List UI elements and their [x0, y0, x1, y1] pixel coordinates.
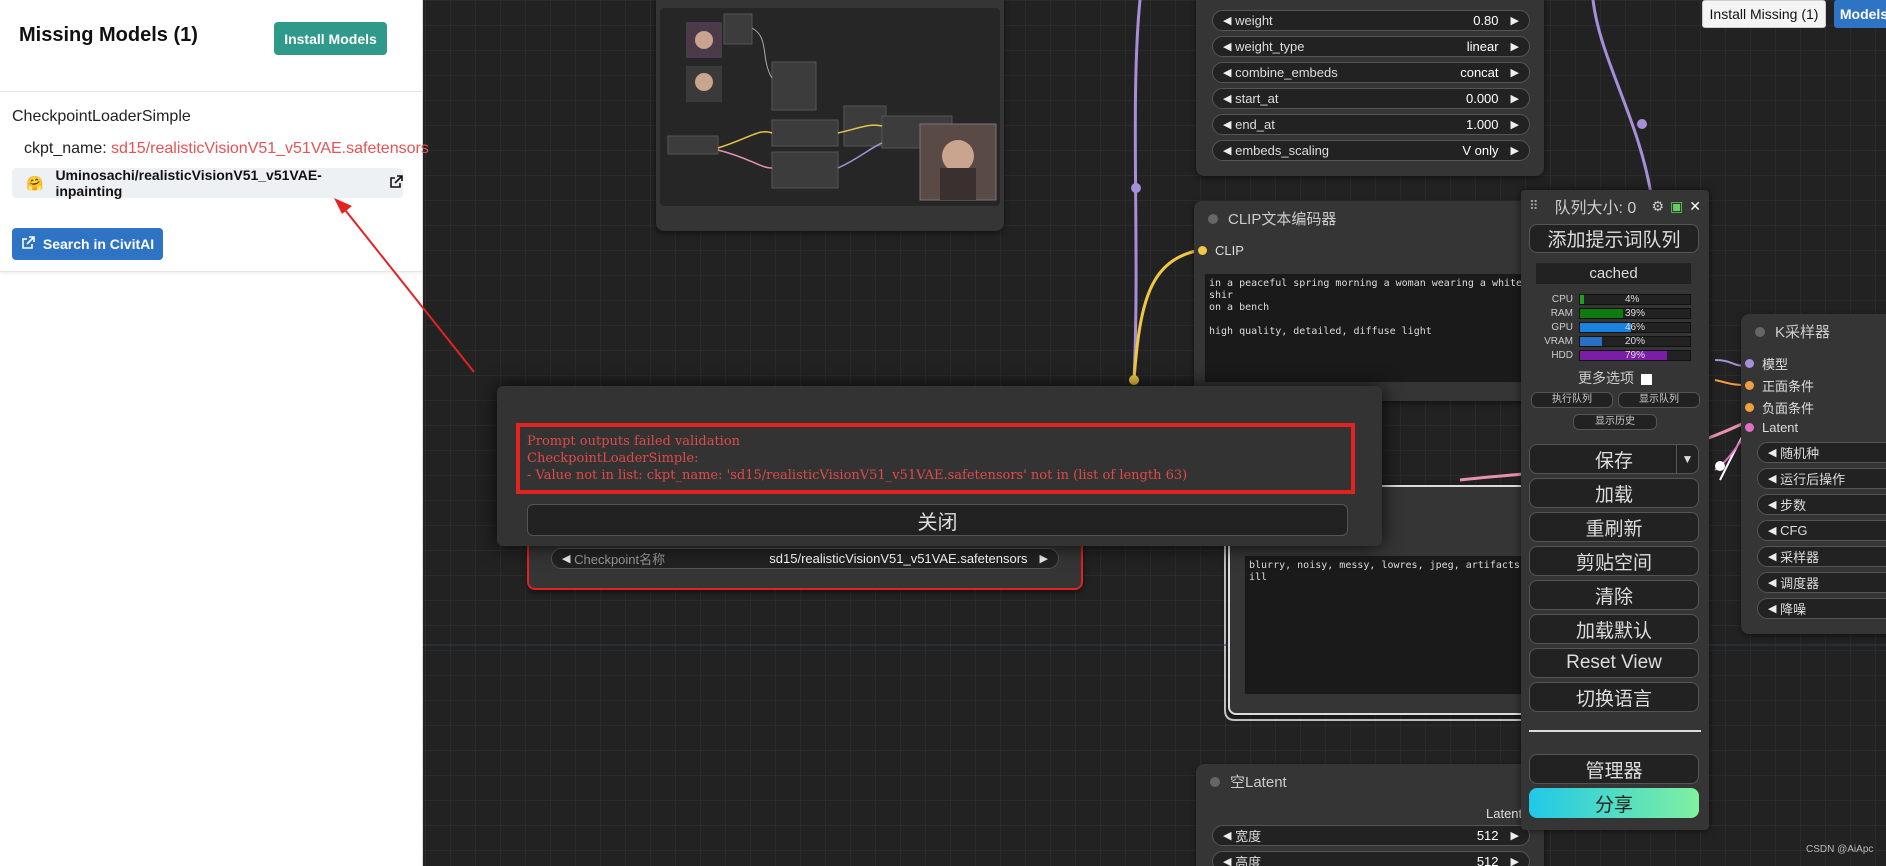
queue-panel: ⠿ 队列大小: 0 ⚙ ▣ ✕ 添加提示词队列 cached CPU 4% RAM…	[1521, 190, 1709, 830]
widget-embeds-scaling[interactable]: ◀ embeds_scaling V only ▶	[1212, 140, 1530, 161]
widget-end-at[interactable]: ◀ end_at 1.000 ▶	[1212, 114, 1530, 135]
share-button[interactable]: 分享	[1529, 788, 1699, 818]
input-negative[interactable]: 负面条件	[1745, 398, 1814, 417]
clipspace-button[interactable]: 剪贴空间	[1529, 546, 1699, 576]
show-queue-button[interactable]: 显示队列	[1618, 392, 1700, 408]
hugging-face-icon: 🤗	[26, 174, 44, 191]
widget-weight[interactable]: ◀ weight 0.80 ▶	[1212, 10, 1530, 31]
switch-language-button[interactable]: 切换语言	[1529, 682, 1699, 712]
add-queue-button[interactable]: 添加提示词队列	[1529, 224, 1699, 253]
clip-vision-node[interactable]: clip_vision ◀ weight0.80▶ ◀ weight_typel…	[1196, 0, 1544, 176]
widget-control-after[interactable]: ◀ 运行后操作	[1757, 468, 1886, 489]
meter-gpu: GPU 46%	[1536, 321, 1691, 334]
more-options-checkbox[interactable]	[1640, 373, 1652, 385]
load-button[interactable]: 加载	[1529, 478, 1699, 508]
widget-seed[interactable]: ◀ 随机种	[1757, 442, 1886, 463]
widget-checkpoint-name[interactable]: ◀ Checkpoint名称 sd15/realisticVisionV51_v5…	[551, 548, 1059, 569]
workflow-preview	[660, 8, 1000, 206]
reset-view-button[interactable]: Reset View	[1529, 648, 1699, 678]
widget-weight-type[interactable]: ◀ weight_type linear ▶	[1212, 36, 1530, 57]
widget-scheduler[interactable]: ◀ 调度器	[1757, 572, 1886, 593]
search-civitai-button[interactable]: Search in CivitAI	[12, 228, 163, 260]
load-default-button[interactable]: 加载默认	[1529, 614, 1699, 644]
manager-button[interactable]: 管理器	[1529, 754, 1699, 784]
save-button[interactable]: 保存 ▼	[1529, 444, 1699, 474]
image-preview-node[interactable]	[656, 0, 1004, 231]
workflow-thumbnail	[667, 13, 997, 201]
install-models-button[interactable]: Install Models	[274, 22, 387, 55]
exec-queue-button[interactable]: 执行队列	[1531, 392, 1613, 408]
panel-title: Missing Models (1)	[19, 24, 198, 46]
meter-ram: RAM 39%	[1536, 307, 1691, 320]
negative-prompt-textarea[interactable]: blurry, noisy, messy, lowres, jpeg, arti…	[1244, 555, 1536, 695]
widget-width[interactable]: ◀ 宽度 512 ▶	[1212, 825, 1530, 846]
external-link-icon	[21, 235, 35, 253]
output-latent[interactable]: Latent	[1486, 806, 1522, 821]
external-link-icon	[389, 174, 403, 192]
meter-cpu: CPU 4%	[1536, 293, 1691, 306]
input-model[interactable]: 模型	[1745, 354, 1788, 373]
node-title: K采样器	[1775, 324, 1831, 341]
suggested-model-name: Uminosachi/realisticVisionV51_v51VAE-inp…	[55, 167, 322, 199]
models-button[interactable]: Models	[1834, 0, 1886, 28]
widget-denoise[interactable]: ◀ 降噪	[1757, 598, 1886, 619]
queue-status: cached	[1536, 263, 1691, 284]
queue-header: ⠿ 队列大小: 0 ⚙ ▣ ✕	[1529, 196, 1701, 218]
prompt-textarea[interactable]: in a peaceful spring morning a woman wea…	[1204, 273, 1534, 383]
more-options-row[interactable]: 更多选项	[1521, 368, 1709, 388]
error-highlight-box: Prompt outputs failed validation Checkpo…	[516, 423, 1355, 494]
ksampler-node[interactable]: K采样器 模型 正面条件 负面条件 Latent ◀ 随机种 ◀ 运行后操作 ◀…	[1741, 314, 1886, 634]
image-icon[interactable]: ▣	[1670, 198, 1683, 215]
widget-sampler[interactable]: ◀ 采样器	[1757, 546, 1886, 567]
clip-text-encoder-node[interactable]: CLIP文本编码器 CLIP in a peaceful spring morn…	[1194, 201, 1534, 401]
ckpt-name-label: ckpt_name:	[24, 140, 107, 157]
meter-hdd: HDD 79%	[1536, 349, 1691, 362]
node-title: CLIP文本编码器	[1228, 211, 1337, 228]
empty-latent-node[interactable]: 空Latent Latent ◀ 宽度 512 ▶ ◀ 高度 512 ▶	[1196, 764, 1544, 866]
input-latent[interactable]: Latent	[1745, 420, 1798, 435]
drag-handle-icon[interactable]: ⠿	[1529, 198, 1539, 214]
refresh-button[interactable]: 重刷新	[1529, 512, 1699, 542]
install-missing-button[interactable]: Install Missing (1)	[1702, 0, 1826, 28]
widget-start-at[interactable]: ◀ start_at 0.000 ▶	[1212, 88, 1530, 109]
ckpt-name-value: sd15/realisticVisionV51_v51VAE.safetenso…	[111, 140, 429, 157]
widget-height[interactable]: ◀ 高度 512 ▶	[1212, 851, 1530, 866]
widget-steps[interactable]: ◀ 步数	[1757, 494, 1886, 515]
close-button[interactable]: 关闭	[527, 504, 1348, 536]
error-message: Prompt outputs failed validation Checkpo…	[527, 434, 1188, 483]
gear-icon[interactable]: ⚙	[1651, 198, 1664, 215]
error-dialog: Prompt outputs failed validation Checkpo…	[497, 386, 1382, 546]
meter-vram: VRAM 20%	[1536, 335, 1691, 348]
node-type-label: CheckpointLoaderSimple	[12, 108, 191, 125]
missing-models-header: Missing Models (1) Install Models	[0, 0, 422, 92]
divider	[1529, 730, 1701, 732]
widget-cfg[interactable]: ◀ CFG	[1757, 520, 1886, 541]
node-title: 空Latent	[1230, 774, 1287, 791]
queue-size: 队列大小: 0	[1554, 200, 1637, 217]
suggested-model-link[interactable]: 🤗 Uminosachi/realisticVisionV51_v51VAE-i…	[12, 167, 403, 199]
watermark: CSDN @AiApc	[1806, 844, 1874, 855]
close-icon[interactable]: ✕	[1689, 198, 1701, 215]
missing-models-panel: Missing Models (1) Install Models Checkp…	[0, 0, 429, 866]
input-clip[interactable]: CLIP	[1198, 243, 1244, 258]
missing-model-entry: CheckpointLoaderSimple ckpt_name: sd15/r…	[0, 92, 429, 272]
show-history-button[interactable]: 显示历史	[1573, 414, 1657, 430]
chevron-down-icon[interactable]: ▼	[1676, 445, 1698, 473]
input-positive[interactable]: 正面条件	[1745, 376, 1814, 395]
clear-button[interactable]: 清除	[1529, 580, 1699, 610]
widget-combine-embeds[interactable]: ◀ combine_embeds concat ▶	[1212, 62, 1530, 83]
